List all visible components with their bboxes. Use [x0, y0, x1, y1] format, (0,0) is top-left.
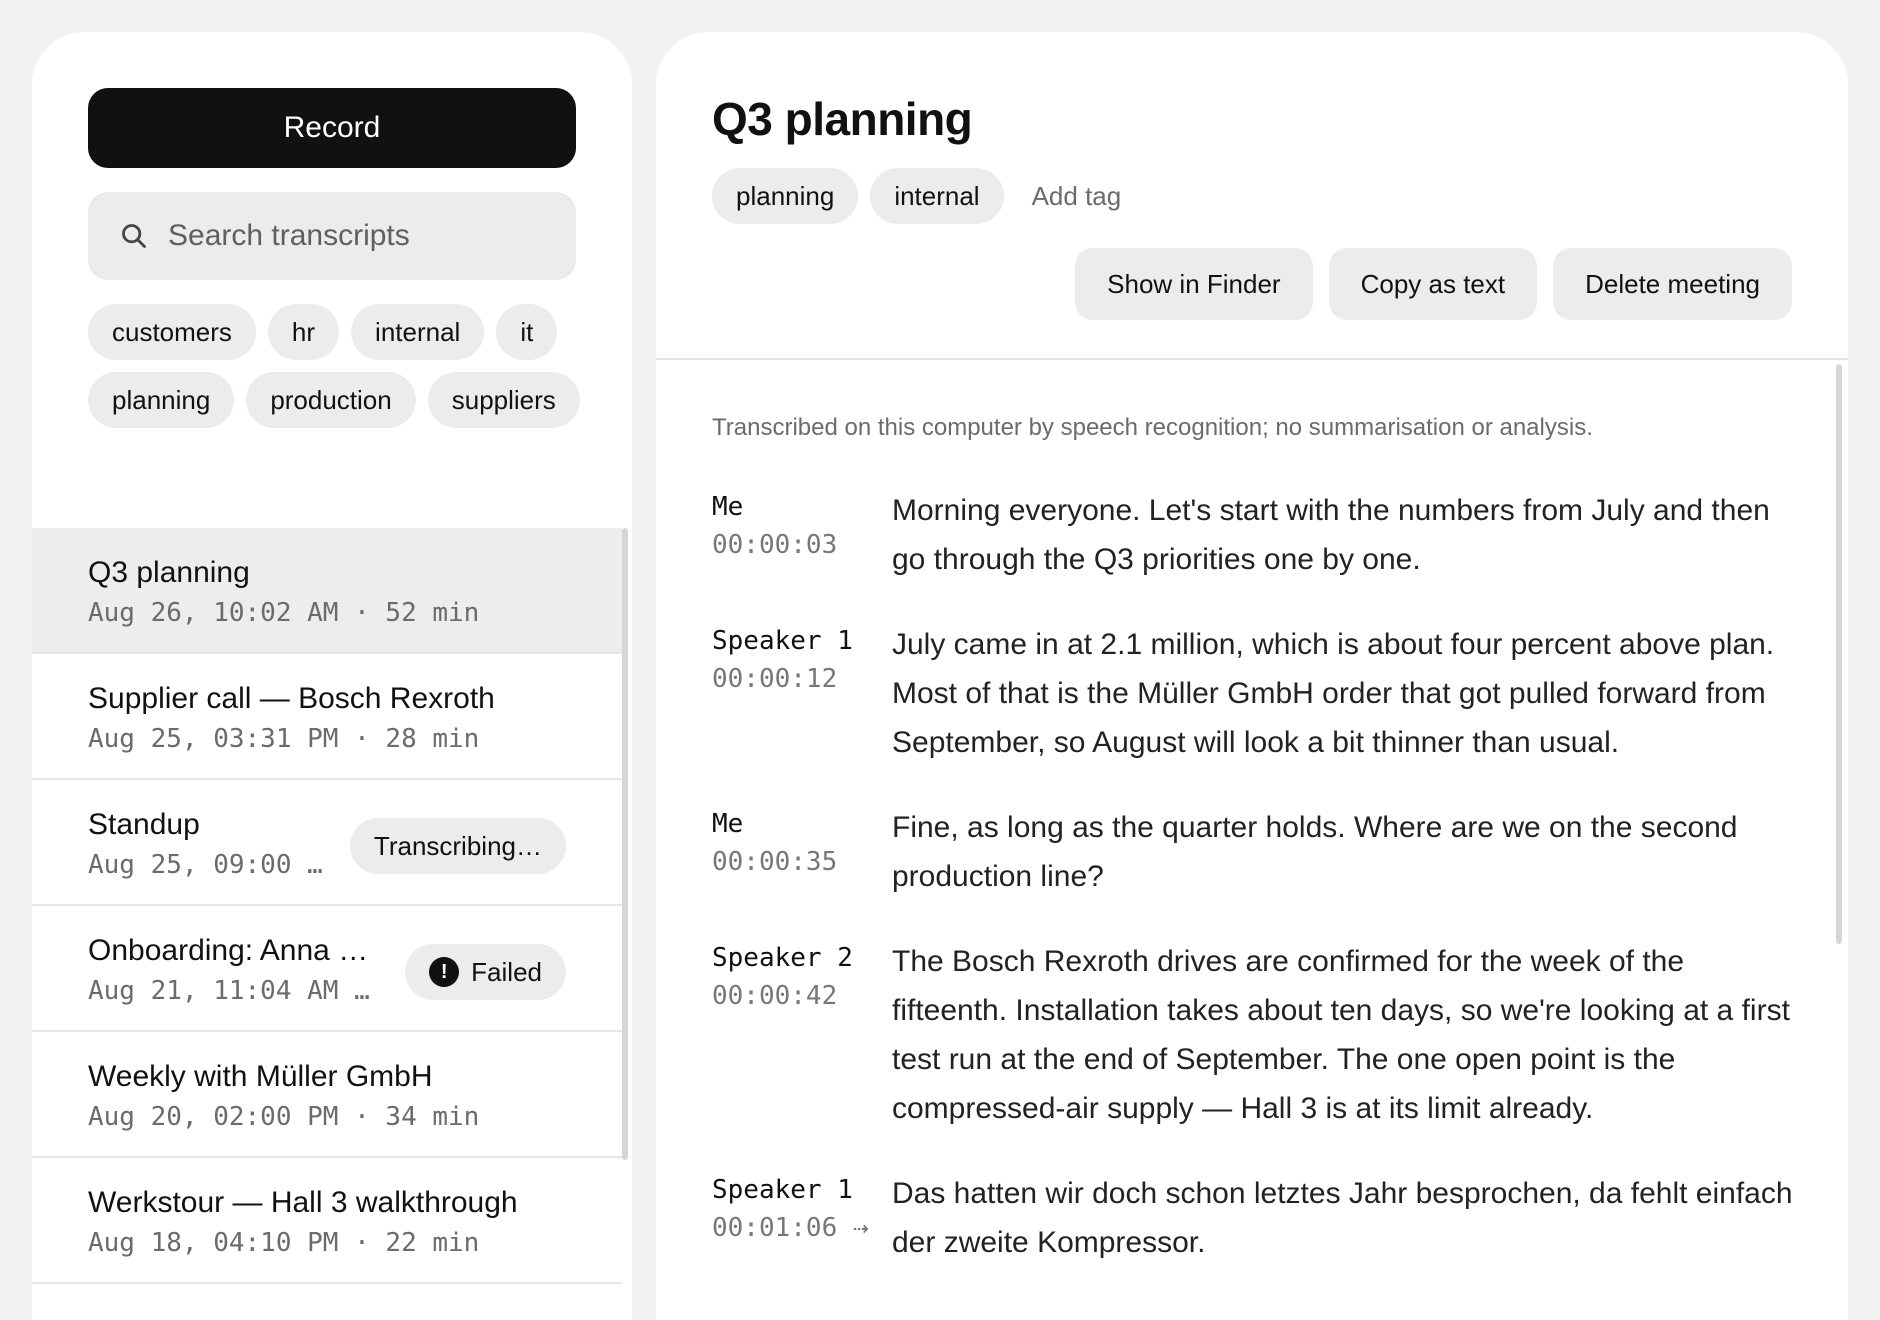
- speaker-label: Speaker 1: [712, 1175, 853, 1205]
- meeting-meta: Aug 25, 09:00 …: [88, 850, 323, 880]
- tag-filter-it[interactable]: it: [496, 304, 558, 360]
- meeting-meta: Aug 25, 03:31 PM · 28 min: [88, 724, 480, 754]
- speaker-label: Speaker 1: [712, 626, 853, 656]
- meeting-title: Standup: [88, 808, 200, 841]
- transcribing-status-badge: Transcribing…: [349, 818, 566, 874]
- timestamp[interactable]: 00:01:06 ⇢: [712, 1213, 892, 1253]
- segment-text: Morning everyone. Let's start with the n…: [892, 494, 1770, 576]
- speaker-label: Speaker 2: [712, 943, 853, 973]
- meeting-meta: Aug 26, 10:02 AM · 52 min: [88, 598, 480, 628]
- tag-filter-internal[interactable]: internal: [351, 304, 485, 360]
- tag-filter-customers[interactable]: customers: [88, 304, 256, 360]
- meeting-meta: Aug 18, 04:10 PM · 22 min: [88, 1228, 480, 1258]
- transcript-segment: Speaker 2 00:00:42 The Bosch Rexroth dri…: [712, 937, 1802, 1133]
- tag-filter-list: customers hr internal it planning produc…: [88, 304, 588, 428]
- meeting-tag-internal[interactable]: internal: [870, 168, 1004, 224]
- timestamp[interactable]: 00:00:12: [712, 664, 892, 704]
- meeting-list-item[interactable]: Weekly with Müller GmbH Aug 20, 02:00 PM…: [32, 1032, 622, 1158]
- meeting-tags: planning internal Add tag: [712, 168, 1121, 224]
- meeting-title: Supplier call — Bosch Rexroth: [88, 682, 495, 715]
- badge-label: Failed: [471, 956, 542, 987]
- meeting-detail-panel: Q3 planning planning internal Add tag Sh…: [656, 32, 1848, 1320]
- meeting-list: Q3 planning Aug 26, 10:02 AM · 52 min Su…: [32, 528, 622, 1284]
- sidebar: Record customers hr internal it planning…: [32, 32, 632, 1320]
- meeting-title: Werkstour — Hall 3 walkthrough: [88, 1186, 518, 1219]
- tag-filter-hr[interactable]: hr: [267, 304, 340, 360]
- delete-meeting-button[interactable]: Delete meeting: [1553, 248, 1792, 320]
- sidebar-scrollbar[interactable]: [622, 528, 628, 1160]
- search-box[interactable]: [88, 192, 576, 280]
- transcript-segment: Speaker 1 00:00:12 July came in at 2.1 m…: [712, 620, 1802, 767]
- transcription-notice: Transcribed on this computer by speech r…: [712, 414, 1593, 441]
- meeting-list-item[interactable]: Standup Aug 25, 09:00 … Transcribing…: [32, 780, 622, 906]
- timestamp[interactable]: 00:00:42: [712, 981, 892, 1021]
- add-tag-button[interactable]: Add tag: [1032, 181, 1122, 212]
- badge-label: Transcribing…: [373, 830, 542, 861]
- transcript-segment: Me 00:00:03 Morning everyone. Let's star…: [712, 486, 1802, 584]
- search-icon: [122, 224, 146, 248]
- meeting-list-item[interactable]: Werkstour — Hall 3 walkthrough Aug 18, 0…: [32, 1158, 622, 1284]
- transcript-segment: Speaker 1 00:01:06 ⇢ Das hatten wir doch…: [712, 1169, 1802, 1267]
- segment-text: The Bosch Rexroth drives are confirmed f…: [892, 945, 1790, 1125]
- timestamp[interactable]: 00:00:03: [712, 530, 892, 570]
- meeting-title: Onboarding: Anna …: [88, 934, 369, 967]
- meeting-title: Weekly with Müller GmbH: [88, 1060, 433, 1093]
- search-input[interactable]: [168, 219, 548, 253]
- meeting-meta: Aug 20, 02:00 PM · 34 min: [88, 1102, 480, 1132]
- failed-status-badge[interactable]: ! Failed: [405, 944, 566, 1000]
- meeting-list-item[interactable]: Onboarding: Anna … Aug 21, 11:04 AM … ! …: [32, 906, 622, 1032]
- transcript-segment: Me 00:00:35 Fine, as long as the quarter…: [712, 803, 1802, 901]
- meeting-list-item[interactable]: Supplier call — Bosch Rexroth Aug 25, 03…: [32, 654, 622, 780]
- segment-text: Das hatten wir doch schon letztes Jahr b…: [892, 1177, 1793, 1259]
- segment-text: Fine, as long as the quarter holds. Wher…: [892, 811, 1738, 893]
- tag-filter-production[interactable]: production: [246, 372, 416, 428]
- meeting-list-item[interactable]: Q3 planning Aug 26, 10:02 AM · 52 min: [32, 528, 622, 654]
- transcript: Me 00:00:03 Morning everyone. Let's star…: [712, 486, 1802, 1303]
- record-button[interactable]: Record: [88, 88, 576, 168]
- meeting-title: Q3 planning: [88, 556, 250, 589]
- segment-text: July came in at 2.1 million, which is ab…: [892, 628, 1775, 759]
- speaker-label: Me: [712, 809, 744, 839]
- copy-as-text-button[interactable]: Copy as text: [1328, 248, 1538, 320]
- divider: [656, 358, 1848, 360]
- transcript-scrollbar[interactable]: [1836, 364, 1842, 944]
- alert-icon: !: [429, 957, 460, 987]
- action-bar: Show in Finder Copy as text Delete meeti…: [1075, 248, 1792, 320]
- speaker-label: Me: [712, 492, 744, 522]
- tag-filter-suppliers[interactable]: suppliers: [427, 372, 580, 428]
- meeting-meta: Aug 21, 11:04 AM …: [88, 976, 370, 1006]
- page-title: Q3 planning: [712, 93, 973, 145]
- show-in-finder-button[interactable]: Show in Finder: [1075, 248, 1313, 320]
- tag-filter-planning[interactable]: planning: [88, 372, 235, 428]
- timestamp[interactable]: 00:00:35: [712, 847, 892, 887]
- meeting-tag-planning[interactable]: planning: [712, 168, 859, 224]
